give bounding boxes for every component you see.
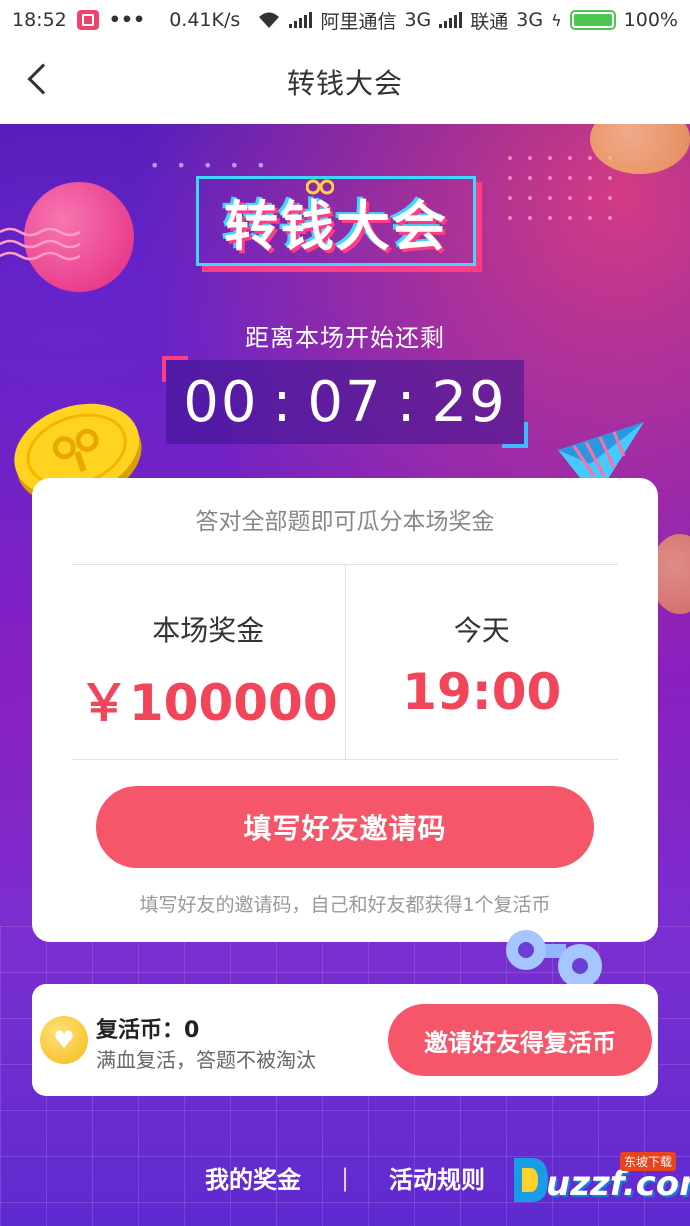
network-1: 3G: [404, 9, 432, 31]
wifi-icon: [259, 12, 280, 28]
card-subtitle: 答对全部题即可瓜分本场奖金: [195, 509, 495, 535]
signal-icon: [289, 12, 313, 28]
page-title: 转钱大会: [286, 67, 403, 100]
countdown-hours: 00: [183, 369, 259, 435]
countdown-separator: :: [272, 369, 294, 435]
status-more: •••: [108, 9, 146, 31]
chevron-left-icon[interactable]: [27, 63, 59, 95]
invite-friends-button[interactable]: 邀请好友得复活币: [388, 1004, 652, 1076]
status-time: 18:52: [12, 9, 67, 31]
time-label: 今天: [453, 614, 510, 647]
watermark-logo-icon: [514, 1158, 548, 1202]
my-prize-link[interactable]: 我的奖金: [205, 1160, 301, 1195]
countdown-separator: :: [396, 369, 418, 435]
countdown-timer: 00 : 07 : 29: [162, 356, 528, 448]
heart-coin-icon: ♥: [40, 1016, 88, 1064]
watermark-tag: 东坡下载: [620, 1152, 677, 1171]
countdown-seconds: 29: [431, 369, 507, 435]
prize-cell: 本场奖金 ￥100000: [72, 565, 345, 759]
prize-value: ￥100000: [78, 674, 338, 732]
time-cell: 今天 19:00: [344, 565, 619, 759]
countdown-label: 距离本场开始还剩: [245, 324, 445, 352]
wave-decoration: [0, 227, 80, 261]
battery-fill: [573, 14, 612, 26]
dots-decoration: • • • • •: [150, 156, 272, 175]
battery-percent: 100%: [623, 9, 678, 31]
prize-info-grid: 本场奖金 ￥100000 今天 19:00: [72, 564, 618, 760]
link-divider: |: [340, 1163, 350, 1192]
nav-bar: 转钱大会: [0, 40, 690, 124]
corner-decoration: [502, 422, 528, 448]
site-watermark: uzzf.com 东坡下载: [508, 1152, 690, 1210]
invite-note: 填写好友的邀请码，自己和好友都获得1个复活币: [139, 894, 551, 916]
revive-coin-card: ♥ 复活币：0 满血复活，答题不被淘汰 邀请好友得复活币: [32, 984, 658, 1096]
hero-stage: • • • • • 转钱大会 距离本场开始还剩 00 : 07 : 29 答对全…: [0, 124, 690, 1226]
prize-card: 答对全部题即可瓜分本场奖金 本场奖金 ￥100000 今天 19:00 填写好友…: [32, 478, 658, 942]
prize-label: 本场奖金: [152, 614, 265, 647]
carrier-2: 联通: [470, 10, 509, 33]
logo-text: 转钱大会: [224, 194, 448, 258]
network-2: 3G: [516, 9, 544, 31]
signal-icon-2: [439, 12, 463, 28]
key-ribbon-icon: [306, 179, 334, 195]
screen-record-icon: [76, 10, 99, 30]
carrier-1: 阿里通信: [320, 10, 397, 33]
revive-coin-count: 复活币：0: [96, 1018, 200, 1043]
time-value: 19:00: [402, 663, 562, 721]
wind-up-key-icon: [506, 930, 602, 988]
countdown-minutes: 07: [307, 369, 383, 435]
corner-decoration: [162, 356, 188, 382]
fill-invite-code-button[interactable]: 填写好友邀请码: [96, 786, 594, 868]
status-speed: 0.41K/s: [169, 9, 241, 31]
revive-description: 满血复活，答题不被淘汰: [96, 1048, 316, 1072]
battery-icon: [569, 10, 616, 30]
status-bar: 18:52 ••• 0.41K/s 阿里通信 3G 联通 3G ϟ 100%: [0, 0, 690, 40]
event-logo: 转钱大会: [196, 176, 476, 266]
rules-link[interactable]: 活动规则: [389, 1160, 485, 1195]
charging-icon: ϟ: [551, 10, 562, 30]
